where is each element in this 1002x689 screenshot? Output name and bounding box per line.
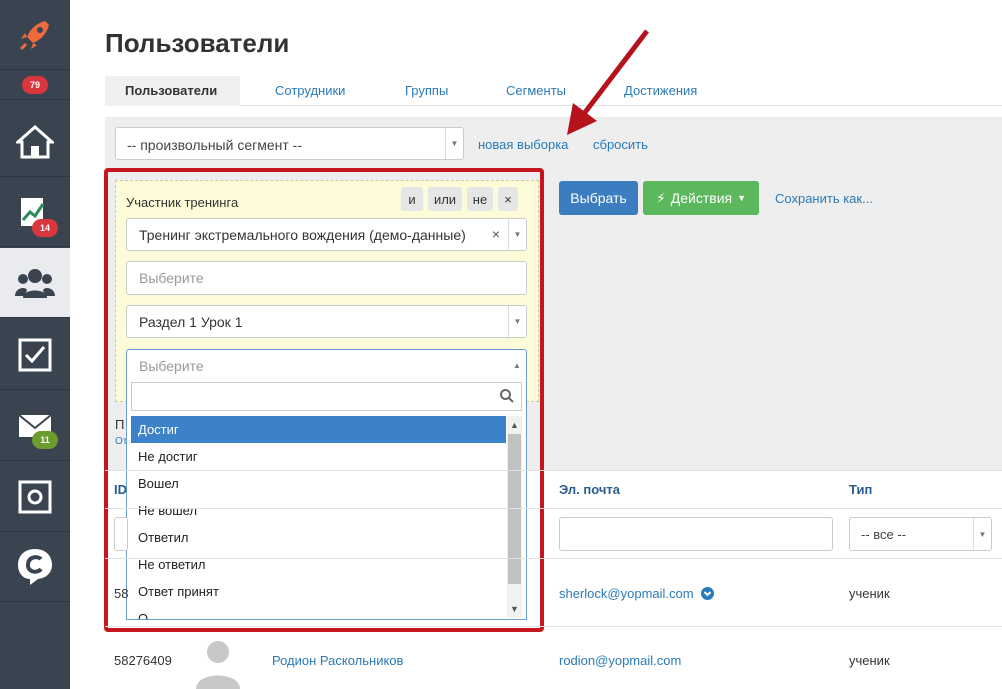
home-icon <box>16 124 54 158</box>
lightning-icon: ⚡ <box>655 189 666 206</box>
row-2-id: 58276409 <box>114 653 172 668</box>
mail-badge: 11 <box>32 431 58 449</box>
chat-c-icon <box>18 548 52 585</box>
row-2-name[interactable]: Родион Раскольников <box>272 653 403 668</box>
filter-row-divider <box>105 558 1002 559</box>
row-1-type: ученик <box>849 586 890 601</box>
page-title: Пользователи <box>105 28 290 58</box>
verified-icon <box>701 587 714 600</box>
sidebar-item-launch[interactable] <box>0 0 70 70</box>
column-header-type[interactable]: Тип <box>849 482 872 497</box>
row-2-email[interactable]: rodion@yopmail.com <box>559 653 681 668</box>
tab-users[interactable]: Пользователи <box>105 76 240 106</box>
sidebar-item-mail[interactable]: 11 <box>0 391 70 461</box>
select-button[interactable]: Выбрать <box>559 181 638 215</box>
notification-badge: 79 <box>22 75 48 94</box>
row-2-type: ученик <box>849 653 890 668</box>
arrow-annotation-icon <box>567 29 649 135</box>
segment-value: -- произвольный сегмент -- <box>127 137 302 153</box>
users-icon <box>15 268 55 298</box>
safe-icon <box>18 480 52 513</box>
id-filter-input[interactable] <box>114 517 128 551</box>
save-as-link[interactable]: Сохранить как... <box>775 191 873 206</box>
avatar-placeholder-icon <box>196 641 240 689</box>
sidebar-item-tasks[interactable] <box>0 320 70 390</box>
sidebar-item-stats[interactable]: 14 <box>0 177 70 247</box>
highlight-frame <box>104 168 544 632</box>
tab-employees[interactable]: Сотрудники <box>275 76 345 106</box>
email-filter-input[interactable] <box>559 517 833 551</box>
column-header-email[interactable]: Эл. почта <box>559 482 620 497</box>
table-top-border <box>105 470 1002 471</box>
caret-down-icon: ▼ <box>737 193 747 203</box>
tab-bar: Пользователи Сотрудники Группы Сегменты … <box>105 76 1002 106</box>
sidebar-item-chat[interactable] <box>0 532 70 602</box>
row-1-id: 58 <box>114 586 129 601</box>
chevron-down-icon: ▼ <box>973 518 991 550</box>
header-divider <box>105 508 1002 509</box>
sidebar-item-home[interactable] <box>0 107 70 177</box>
sidebar: 79 14 11 <box>0 0 70 689</box>
segment-select[interactable]: -- произвольный сегмент -- ▼ <box>115 127 464 160</box>
type-filter-value: -- все -- <box>861 527 907 542</box>
chevron-down-icon: ▼ <box>445 128 463 159</box>
stats-badge: 14 <box>32 219 58 237</box>
sidebar-item-users[interactable] <box>0 248 70 318</box>
rocket-icon <box>19 20 49 50</box>
sidebar-item-store[interactable] <box>0 462 70 532</box>
sidebar-item-notifications[interactable]: 79 <box>0 70 70 100</box>
actions-button[interactable]: ⚡ Действия ▼ <box>643 181 759 215</box>
type-filter-select[interactable]: -- все -- ▼ <box>849 517 992 551</box>
row-divider <box>105 626 1002 627</box>
actions-label: Действия <box>670 190 733 206</box>
checkbox-icon <box>18 338 52 371</box>
tab-groups[interactable]: Группы <box>405 76 448 106</box>
row-1-email[interactable]: sherlock@yopmail.com <box>559 586 694 601</box>
column-header-id[interactable]: ID <box>114 482 127 497</box>
